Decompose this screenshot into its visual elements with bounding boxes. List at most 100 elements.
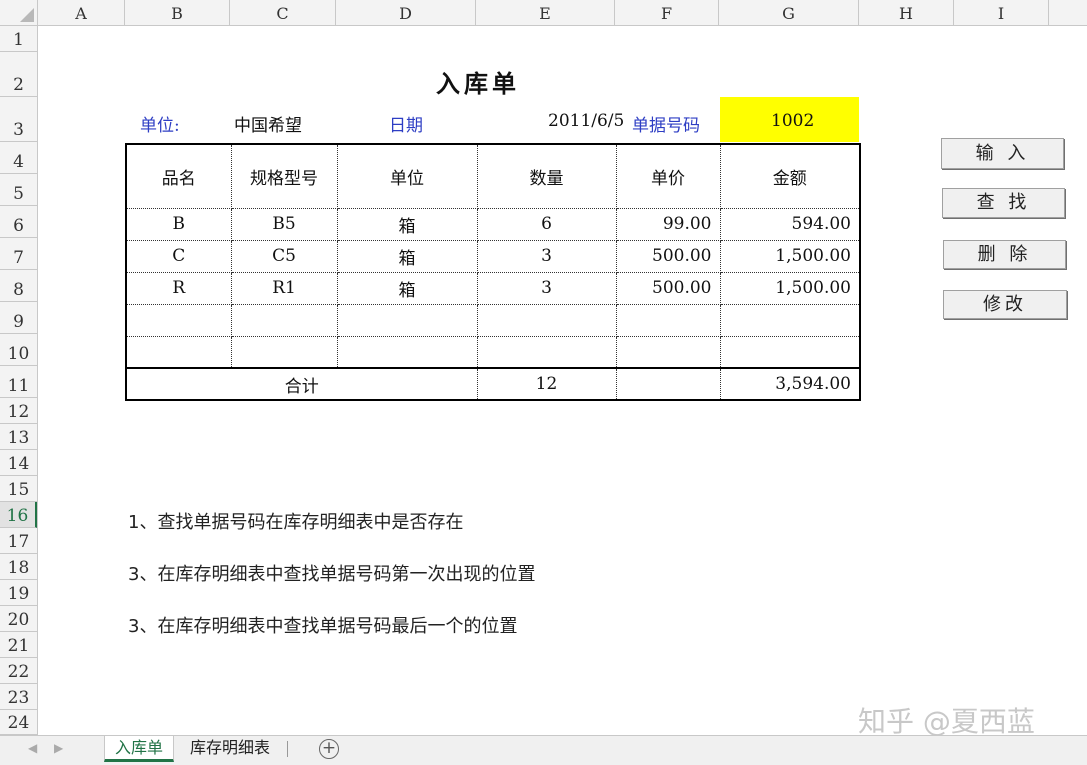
row-header[interactable]: 7 — [0, 238, 37, 270]
column-header-a[interactable]: A — [38, 0, 125, 26]
unit-label: 单位: — [140, 116, 180, 136]
cell-product-name[interactable] — [125, 303, 232, 337]
select-all-corner[interactable] — [0, 0, 38, 26]
row-header[interactable]: 19 — [0, 580, 37, 606]
cell-unit[interactable] — [336, 335, 478, 369]
scroll-right-icon[interactable]: ▶ — [54, 741, 63, 755]
cell-product-name[interactable] — [125, 335, 232, 369]
column-header-e[interactable]: E — [476, 0, 615, 26]
delete-button[interactable]: 删 除 — [943, 240, 1066, 269]
find-button[interactable]: 查 找 — [942, 188, 1065, 218]
tab-inventory-detail[interactable]: 库存明细表 — [180, 736, 280, 762]
docno-value[interactable]: 1002 — [771, 111, 814, 131]
total-amount[interactable]: 3,594.00 — [719, 367, 861, 401]
row-header[interactable]: 3 — [0, 97, 37, 142]
cell-amount[interactable]: 1,500.00 — [719, 239, 861, 273]
header-quantity: 数量 — [476, 143, 617, 209]
cell-unit-price[interactable]: 500.00 — [615, 271, 721, 305]
column-header-c[interactable]: C — [230, 0, 336, 26]
tab-inbound-receipt[interactable]: 入库单 — [104, 736, 175, 762]
date-value[interactable]: 2011/6/5 — [548, 111, 624, 131]
row-header[interactable]: 23 — [0, 684, 37, 710]
row-header[interactable]: 6 — [0, 206, 37, 238]
column-header-b[interactable]: B — [125, 0, 230, 26]
table-row: C C5 箱 3 500.00 1,500.00 — [125, 239, 861, 273]
cell-amount[interactable]: 594.00 — [719, 207, 861, 241]
cell-unit-price[interactable]: 500.00 — [615, 239, 721, 273]
docno-label: 单据号码 — [632, 116, 700, 136]
receipt-table: 品名 规格型号 单位 数量 单价 金额 B B5 箱 6 99.00 594.0… — [125, 143, 861, 401]
header-unit-price: 单价 — [615, 143, 721, 209]
cell-spec-model[interactable] — [230, 303, 338, 337]
column-header-i[interactable]: I — [954, 0, 1049, 26]
cell-amount[interactable] — [719, 303, 861, 337]
cell-amount[interactable]: 1,500.00 — [719, 271, 861, 305]
row-header[interactable]: 21 — [0, 632, 37, 658]
row-headers: 1 2 3 4 5 6 7 8 9 10 11 12 13 14 15 16 1… — [0, 26, 38, 735]
date-label: 日期 — [389, 116, 423, 136]
row-header[interactable]: 9 — [0, 302, 37, 334]
unit-value[interactable]: 中国希望 — [234, 111, 302, 136]
cell-quantity[interactable] — [476, 335, 617, 369]
total-unit-price-empty[interactable] — [615, 367, 721, 401]
row-header[interactable]: 13 — [0, 424, 37, 450]
row-header[interactable]: 15 — [0, 476, 37, 502]
input-button[interactable]: 输 入 — [941, 138, 1064, 169]
cell-unit-price[interactable]: 99.00 — [615, 207, 721, 241]
note-3: 3、在库存明细表中查找单据号码最后一个的位置 — [128, 616, 518, 637]
scroll-left-icon[interactable]: ◀ — [28, 741, 37, 755]
cell-spec-model[interactable] — [230, 335, 338, 369]
header-spec-model: 规格型号 — [230, 143, 338, 209]
column-header-h[interactable]: H — [859, 0, 954, 26]
column-headers: A B C D E F G H I — [38, 0, 1087, 26]
row-header[interactable]: 5 — [0, 174, 37, 206]
row-header[interactable]: 22 — [0, 658, 37, 684]
cell-quantity[interactable]: 6 — [476, 207, 617, 241]
cell-amount[interactable] — [719, 335, 861, 369]
cell-unit-price[interactable] — [615, 303, 721, 337]
header-product-name: 品名 — [125, 143, 232, 209]
column-header-blank[interactable] — [1049, 0, 1087, 26]
watermark: 知乎 @夏西蓝 — [858, 705, 1035, 738]
cell-quantity[interactable] — [476, 303, 617, 337]
row-header[interactable]: 4 — [0, 142, 37, 174]
modify-button[interactable]: 修改 — [943, 290, 1067, 319]
column-header-f[interactable]: F — [615, 0, 719, 26]
cell-quantity[interactable]: 3 — [476, 239, 617, 273]
total-label[interactable]: 合计 — [125, 367, 478, 401]
cell-product-name[interactable]: B — [125, 207, 232, 241]
cell-unit-price[interactable] — [615, 335, 721, 369]
column-header-d[interactable]: D — [336, 0, 476, 26]
table-row — [125, 335, 861, 369]
column-header-g[interactable]: G — [719, 0, 859, 26]
cell-unit[interactable]: 箱 — [336, 271, 478, 305]
row-header[interactable]: 2 — [0, 52, 37, 97]
cell-spec-model[interactable]: B5 — [230, 207, 338, 241]
cell-spec-model[interactable]: R1 — [230, 271, 338, 305]
row-header[interactable]: 20 — [0, 606, 37, 632]
table-total-row: 合计 12 3,594.00 — [125, 367, 861, 401]
row-header[interactable]: 17 — [0, 528, 37, 554]
form-title: 入库单 — [436, 70, 520, 98]
row-header-active[interactable]: 16 — [0, 502, 37, 528]
total-quantity[interactable]: 12 — [476, 367, 617, 401]
tab-divider — [287, 741, 288, 757]
cell-unit[interactable]: 箱 — [336, 207, 478, 241]
cell-quantity[interactable]: 3 — [476, 271, 617, 305]
row-header[interactable]: 12 — [0, 398, 37, 424]
cell-unit[interactable]: 箱 — [336, 239, 478, 273]
cell-unit[interactable] — [336, 303, 478, 337]
cell-product-name[interactable]: C — [125, 239, 232, 273]
table-row — [125, 303, 861, 337]
row-header[interactable]: 8 — [0, 270, 37, 302]
row-header[interactable]: 11 — [0, 366, 37, 398]
row-header[interactable]: 10 — [0, 334, 37, 366]
row-header[interactable]: 14 — [0, 450, 37, 476]
cell-spec-model[interactable]: C5 — [230, 239, 338, 273]
note-2: 3、在库存明细表中查找单据号码第一次出现的位置 — [128, 564, 536, 585]
row-header[interactable]: 24 — [0, 710, 37, 735]
cell-product-name[interactable]: R — [125, 271, 232, 305]
row-header[interactable]: 1 — [0, 26, 37, 52]
row-header[interactable]: 18 — [0, 554, 37, 580]
add-sheet-icon[interactable]: + — [319, 739, 339, 759]
